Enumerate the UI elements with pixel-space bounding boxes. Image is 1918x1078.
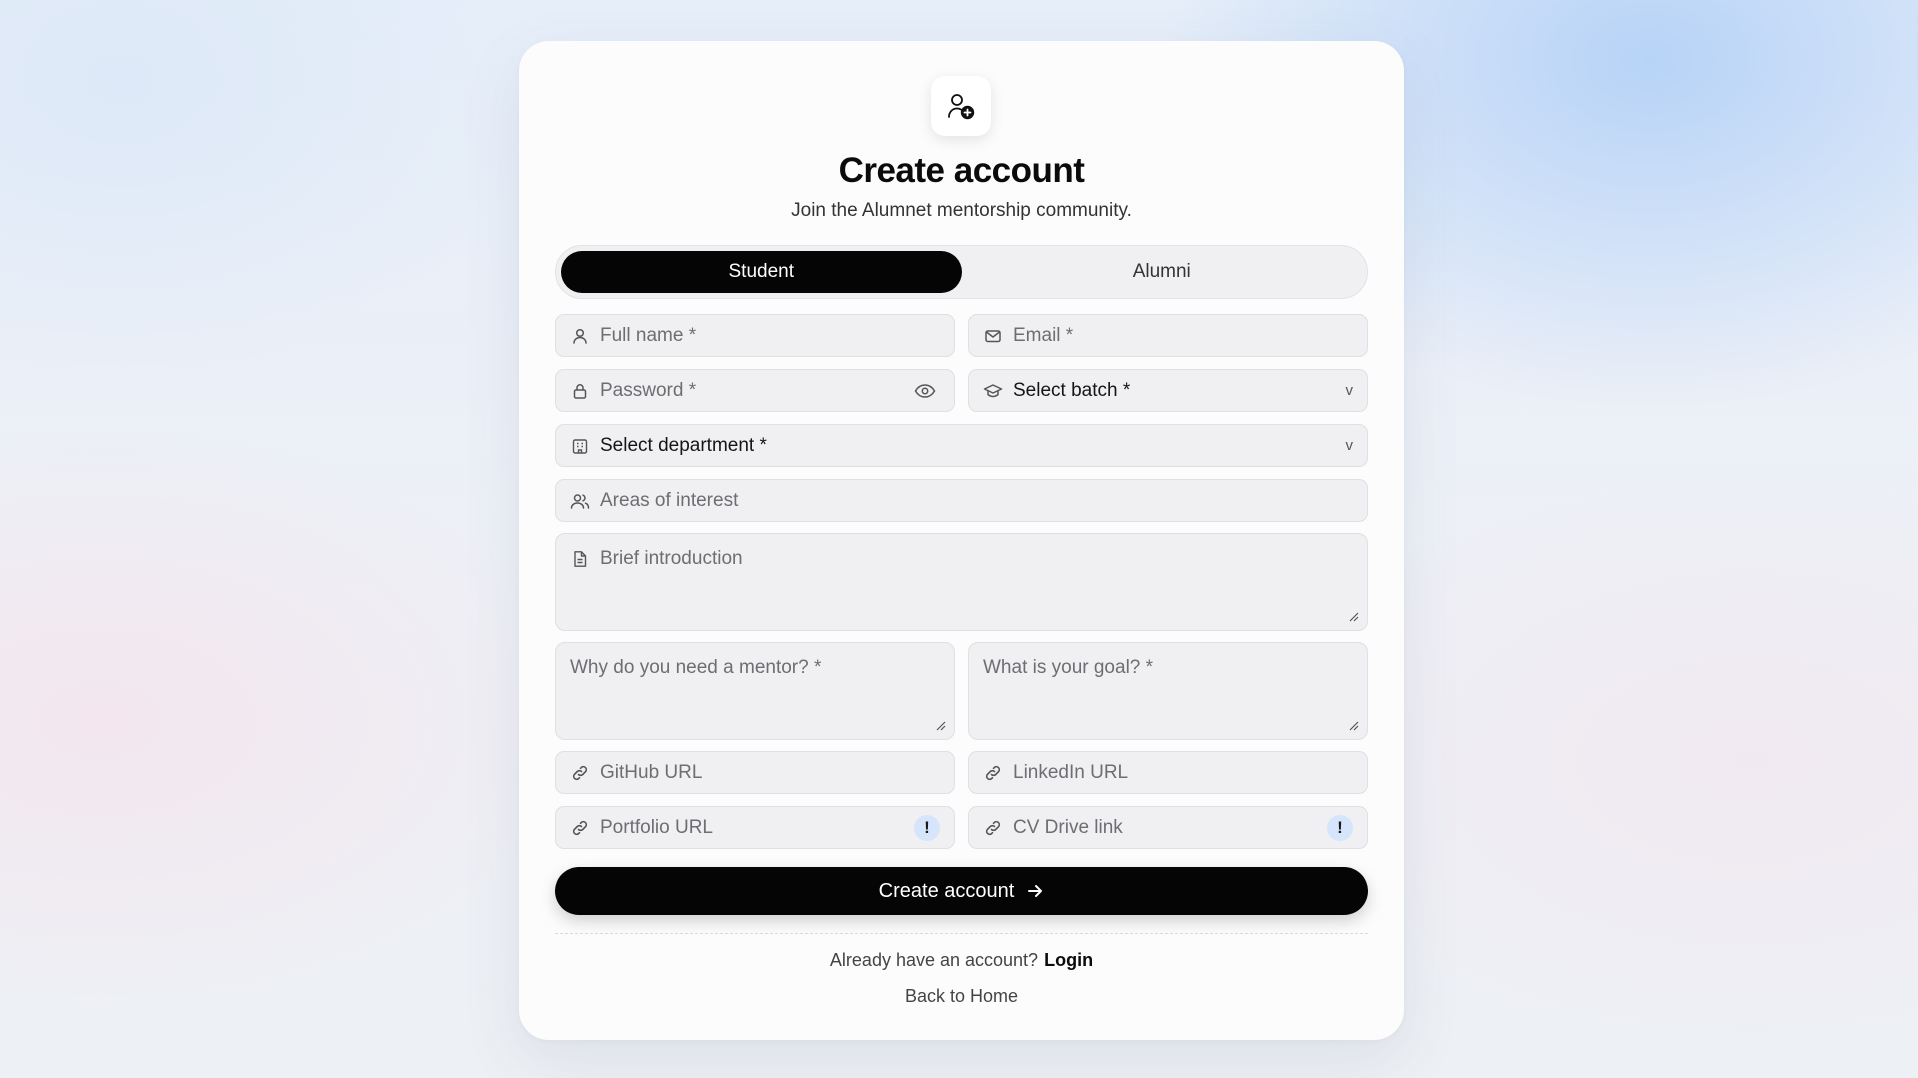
resize-handle-icon[interactable] xyxy=(1347,610,1359,622)
portfolio-url-placeholder: Portfolio URL xyxy=(600,816,713,838)
role-student-tab[interactable]: Student xyxy=(561,251,962,293)
resize-handle-icon[interactable] xyxy=(934,719,946,731)
link-icon xyxy=(570,818,590,838)
eye-icon[interactable] xyxy=(914,381,936,401)
goal-textarea[interactable]: What is your goal? * xyxy=(968,642,1368,740)
login-prompt-line: Already have an account? Login xyxy=(519,950,1404,971)
mentor-reason-textarea[interactable]: Why do you need a mentor? * xyxy=(555,642,955,740)
batch-select[interactable]: Select batch * v xyxy=(968,369,1368,412)
link-icon xyxy=(983,763,1003,783)
interests-placeholder: Areas of interest xyxy=(600,489,739,511)
resize-handle-icon[interactable] xyxy=(1347,719,1359,731)
login-prompt: Already have an account? xyxy=(829,950,1039,970)
link-icon xyxy=(983,818,1003,838)
user-icon xyxy=(570,326,590,346)
divider xyxy=(555,933,1368,934)
interests-input[interactable]: Areas of interest xyxy=(555,479,1368,522)
create-account-label: Create account xyxy=(878,879,1015,902)
create-account-button[interactable]: Create account xyxy=(555,867,1368,915)
department-select[interactable]: Select department * v xyxy=(555,424,1368,467)
goal-placeholder: What is your goal? * xyxy=(983,657,1154,678)
back-to-home-row: Back to Home xyxy=(519,986,1404,1007)
arrow-right-icon xyxy=(1026,882,1044,900)
signup-card: Create account Join the Alumnet mentorsh… xyxy=(519,41,1404,1040)
email-placeholder: Email * xyxy=(1013,324,1074,346)
mail-icon xyxy=(983,326,1003,346)
full-name-placeholder: Full name * xyxy=(600,324,697,346)
github-url-placeholder: GitHub URL xyxy=(600,761,703,783)
lock-icon xyxy=(570,381,590,401)
role-toggle: Student Alumni xyxy=(555,245,1368,299)
full-name-input[interactable]: Full name * xyxy=(555,314,955,357)
user-plus-icon xyxy=(931,76,991,136)
info-badge-icon[interactable]: ! xyxy=(914,814,940,841)
cv-link-placeholder: CV Drive link xyxy=(1013,816,1123,838)
building-icon xyxy=(570,436,590,456)
role-alumni-tab[interactable]: Alumni xyxy=(962,251,1363,293)
page-title: Create account xyxy=(838,151,1085,190)
portfolio-url-input[interactable]: Portfolio URL ! xyxy=(555,806,955,849)
linkedin-url-input[interactable]: LinkedIn URL xyxy=(968,751,1368,794)
info-badge-icon[interactable]: ! xyxy=(1327,814,1353,841)
password-input[interactable]: Password * xyxy=(555,369,955,412)
linkedin-url-placeholder: LinkedIn URL xyxy=(1013,761,1129,783)
password-placeholder: Password * xyxy=(600,379,697,401)
department-value: Select department * xyxy=(600,434,767,456)
graduation-cap-icon xyxy=(983,381,1003,401)
email-input[interactable]: Email * xyxy=(968,314,1368,357)
chevron-down-icon: v xyxy=(1345,437,1354,454)
page-subtitle: Join the Alumnet mentorship community. xyxy=(791,200,1132,221)
github-url-input[interactable]: GitHub URL xyxy=(555,751,955,794)
batch-value: Select batch * xyxy=(1013,379,1131,401)
cv-link-input[interactable]: CV Drive link ! xyxy=(968,806,1368,849)
users-icon xyxy=(570,491,590,511)
back-to-home-link[interactable]: Back to Home xyxy=(905,986,1018,1006)
introduction-textarea[interactable]: Brief introduction xyxy=(555,533,1368,631)
mentor-reason-placeholder: Why do you need a mentor? * xyxy=(570,657,822,678)
introduction-placeholder: Brief introduction xyxy=(600,548,743,569)
login-link[interactable]: Login xyxy=(1044,950,1093,970)
link-icon xyxy=(570,763,590,783)
document-icon xyxy=(570,549,590,569)
chevron-down-icon: v xyxy=(1345,382,1354,399)
